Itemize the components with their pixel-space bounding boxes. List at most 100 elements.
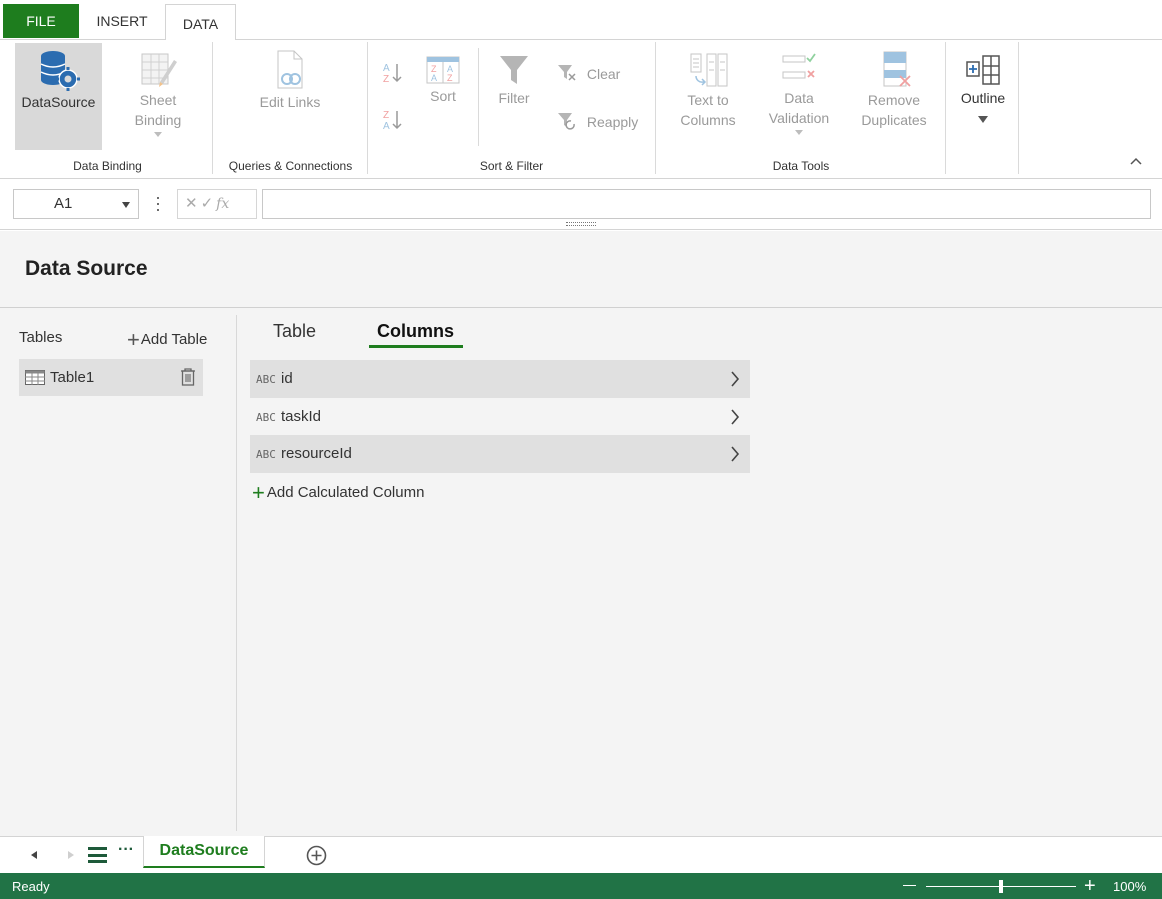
outline-button[interactable]: Outline — [952, 52, 1014, 123]
active-tab-indicator — [369, 345, 463, 348]
outline-icon — [966, 55, 1000, 85]
previous-sheet-icon[interactable] — [31, 851, 37, 859]
column-row[interactable]: ABC resourceId — [250, 435, 750, 473]
datasource-button[interactable]: DataSource — [15, 48, 102, 112]
zoom-slider-thumb[interactable] — [999, 880, 1003, 893]
svg-text:A: A — [383, 63, 390, 74]
splitter-handle[interactable] — [566, 222, 596, 226]
add-calculated-column-button[interactable]: + Add Calculated Column — [252, 480, 424, 506]
column-row[interactable]: ABC id — [250, 360, 750, 398]
column-name: resourceId — [281, 445, 352, 462]
filter-button[interactable]: Filter — [490, 54, 538, 108]
divider — [0, 307, 1162, 308]
database-gear-icon — [40, 51, 80, 91]
trash-icon[interactable] — [179, 367, 197, 387]
column-row[interactable]: ABC taskId — [250, 398, 750, 436]
outline-dropdown-icon — [978, 116, 988, 123]
plus-icon: + — [127, 327, 140, 352]
tab-table[interactable]: Table — [273, 321, 316, 342]
column-name: taskId — [281, 408, 322, 425]
confirm-icon[interactable]: ✓ — [201, 195, 217, 212]
tab-data[interactable]: DATA — [165, 4, 236, 41]
remove-duplicates-label-line2: Duplicates — [861, 112, 927, 128]
chevron-right-icon — [731, 409, 740, 425]
group-label-data-binding: Data Binding — [73, 159, 142, 173]
data-validation-button[interactable]: Data Validation — [760, 50, 838, 135]
add-table-label: Add Table — [140, 331, 208, 348]
all-sheets-menu-icon[interactable] — [88, 847, 107, 863]
group-label-data-tools: Data Tools — [772, 159, 830, 173]
name-box[interactable]: A1 — [13, 189, 139, 219]
sheet-binding-label-line1: Sheet — [139, 92, 177, 108]
chevron-right-icon — [731, 446, 740, 462]
text-to-columns-label-line2: Columns — [680, 112, 736, 128]
data-validation-dropdown-icon — [795, 130, 803, 135]
edit-links-label: Edit Links — [259, 94, 321, 110]
add-sheet-icon[interactable] — [306, 845, 327, 866]
data-source-panel: Data Source Tables +Add Table Table1 Tab… — [0, 231, 1162, 836]
status-bar: Ready + 100% — [0, 873, 1162, 899]
data-validation-label-line2: Validation — [768, 110, 830, 126]
clear-filter-icon — [558, 65, 576, 81]
sheet-binding-icon — [141, 53, 177, 87]
clear-filter-button[interactable]: Clear — [557, 63, 620, 83]
formula-input[interactable] — [262, 189, 1151, 219]
group-divider — [367, 42, 368, 174]
zoom-out-icon[interactable] — [903, 885, 916, 886]
group-divider — [945, 42, 946, 174]
divider — [478, 48, 479, 146]
collapse-ribbon-icon[interactable] — [1129, 156, 1143, 166]
data-validation-icon — [782, 53, 816, 79]
text-to-columns-button[interactable]: Text to Columns — [668, 50, 748, 130]
chevron-down-icon — [122, 202, 130, 208]
outline-label: Outline — [960, 90, 1006, 106]
text-to-columns-label-line1: Text to — [687, 92, 729, 108]
group-divider — [655, 42, 656, 174]
next-sheet-icon[interactable] — [68, 851, 74, 859]
remove-duplicates-button[interactable]: Remove Duplicates — [854, 50, 934, 130]
tab-file[interactable]: FILE — [3, 4, 79, 38]
tab-insert[interactable]: INSERT — [82, 4, 162, 40]
edit-links-icon — [277, 50, 303, 89]
sort-ascending-button[interactable]: A Z — [382, 61, 404, 88]
function-icon[interactable]: fx — [216, 196, 229, 212]
ribbon-tab-bar: FILE INSERT DATA — [0, 0, 1162, 41]
sort-label: Sort — [430, 88, 456, 104]
datasource-label: DataSource — [21, 94, 96, 110]
sort-button[interactable]: Z A A Z Sort — [418, 54, 468, 106]
remove-duplicates-label-line1: Remove — [867, 92, 921, 108]
cancel-icon[interactable]: ✕ — [185, 195, 201, 212]
tab-columns[interactable]: Columns — [377, 321, 454, 342]
column-name: id — [281, 370, 293, 387]
ribbon: DataSource Sheet Binding Data Binding Ed… — [0, 40, 1162, 179]
text-type-icon: ABC — [256, 373, 276, 386]
zoom-in-icon[interactable]: + — [1084, 876, 1096, 896]
sort-dialog-icon: Z A A Z — [426, 56, 460, 84]
sort-descending-button[interactable]: Z A — [382, 108, 404, 135]
tables-label: Tables — [19, 329, 63, 346]
zoom-level[interactable]: 100% — [1113, 879, 1146, 894]
cell-reference: A1 — [54, 195, 73, 212]
text-type-icon: ABC — [256, 411, 276, 424]
more-options-icon[interactable]: · · · — [155, 188, 161, 218]
svg-text:A: A — [431, 73, 437, 83]
sheet-tab-datasource[interactable]: DataSource — [143, 836, 265, 868]
sheet-tab-bar: ··· DataSource — [0, 836, 1162, 873]
table-name: Table1 — [50, 369, 95, 386]
edit-links-button[interactable]: Edit Links — [245, 48, 335, 112]
more-sheets-icon[interactable]: ··· — [118, 841, 134, 859]
reapply-button[interactable]: Reapply — [557, 111, 638, 131]
formula-bar: A1 · · · ✕✓fx — [0, 180, 1162, 230]
table-icon — [25, 370, 45, 385]
sort-z-a-icon: Z A — [383, 110, 402, 132]
sheet-binding-button[interactable]: Sheet Binding — [118, 48, 198, 137]
group-divider — [1018, 42, 1019, 174]
table-list-item[interactable]: Table1 — [19, 359, 203, 396]
svg-text:Z: Z — [383, 110, 389, 121]
status-text: Ready — [12, 879, 50, 894]
add-calculated-column-label: Add Calculated Column — [266, 484, 425, 501]
add-table-button[interactable]: +Add Table — [127, 327, 207, 353]
filter-label: Filter — [498, 90, 530, 106]
group-label-sort-filter: Sort & Filter — [479, 159, 544, 173]
svg-text:Z: Z — [383, 74, 389, 85]
